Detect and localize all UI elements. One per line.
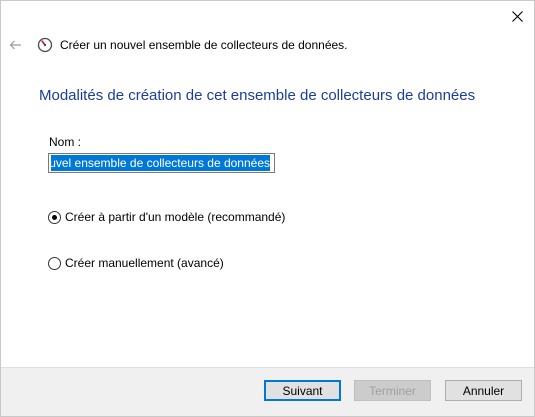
wizard-footer: Suivant Terminer Annuler (1, 367, 534, 416)
radio-button-manual[interactable] (48, 256, 61, 270)
back-button[interactable] (9, 38, 23, 52)
name-label: Nom : (49, 135, 82, 149)
wizard-header: Créer un nouvel ensemble de collecteurs … (1, 33, 534, 57)
close-button[interactable] (508, 7, 526, 25)
radio-button-template[interactable] (48, 210, 61, 224)
close-icon (511, 10, 523, 22)
wizard-title: Créer un nouvel ensemble de collecteurs … (60, 38, 348, 52)
cancel-button[interactable]: Annuler (445, 380, 522, 401)
page-heading: Modalités de création de cet ensemble de… (39, 87, 476, 104)
radio-option-template[interactable]: Créer à partir d'un modèle (recommandé) (48, 210, 285, 224)
wizard-window: Créer un nouvel ensemble de collecteurs … (0, 0, 535, 417)
back-arrow-icon (9, 40, 21, 50)
radio-label-manual: Créer manuellement (avancé) (65, 256, 224, 270)
radio-label-template: Créer à partir d'un modèle (recommandé) (65, 210, 286, 224)
performance-monitor-icon (37, 37, 53, 53)
name-input-selected-text: ouvel ensemble de collecteurs de données (51, 155, 270, 171)
radio-selected-dot (52, 214, 57, 220)
radio-option-manual[interactable]: Créer manuellement (avancé) (48, 256, 224, 270)
next-button[interactable]: Suivant (264, 380, 341, 401)
finish-button[interactable]: Terminer (354, 380, 431, 401)
